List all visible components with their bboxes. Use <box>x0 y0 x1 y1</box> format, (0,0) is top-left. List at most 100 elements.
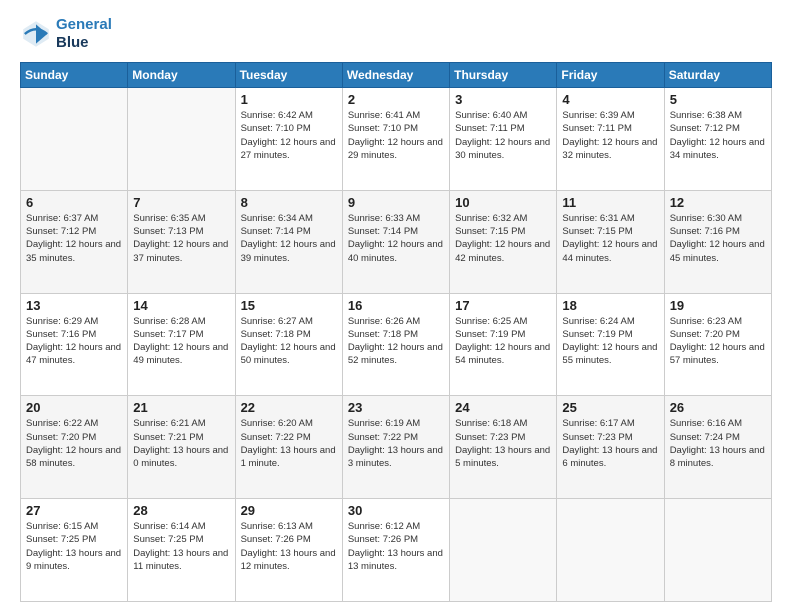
calendar-cell: 30Sunrise: 6:12 AM Sunset: 7:26 PM Dayli… <box>342 499 449 602</box>
day-info: Sunrise: 6:37 AM Sunset: 7:12 PM Dayligh… <box>26 212 122 265</box>
day-number: 18 <box>562 298 658 313</box>
day-info: Sunrise: 6:21 AM Sunset: 7:21 PM Dayligh… <box>133 417 229 470</box>
day-number: 4 <box>562 92 658 107</box>
calendar-week-3: 20Sunrise: 6:22 AM Sunset: 7:20 PM Dayli… <box>21 396 772 499</box>
calendar-cell: 27 Sunrise: 6:15 AM Sunset: 7:25 PM Dayli… <box>21 499 128 602</box>
day-info: Sunrise: 6:42 AM Sunset: 7:10 PM Dayligh… <box>241 109 337 162</box>
day-number: 3 <box>455 92 551 107</box>
calendar-header-friday: Friday <box>557 63 664 88</box>
day-info: Sunrise: 6:33 AM Sunset: 7:14 PM Dayligh… <box>348 212 444 265</box>
day-number: 14 <box>133 298 229 313</box>
day-info: Sunrise: 6:26 AM Sunset: 7:18 PM Dayligh… <box>348 315 444 368</box>
calendar-cell: 20Sunrise: 6:22 AM Sunset: 7:20 PM Dayli… <box>21 396 128 499</box>
calendar-cell: 28Sunrise: 6:14 AM Sunset: 7:25 PM Dayli… <box>128 499 235 602</box>
calendar-cell: 6 Sunrise: 6:37 AM Sunset: 7:12 PM Daylig… <box>21 190 128 293</box>
day-number: 24 <box>455 400 551 415</box>
day-info: Sunrise: 6:41 AM Sunset: 7:10 PM Dayligh… <box>348 109 444 162</box>
day-info: Sunrise: 6:23 AM Sunset: 7:20 PM Dayligh… <box>670 315 766 368</box>
day-number: 9 <box>348 195 444 210</box>
calendar-header-sunday: Sunday <box>21 63 128 88</box>
calendar-header-monday: Monday <box>128 63 235 88</box>
day-info: Sunrise: 6:25 AM Sunset: 7:19 PM Dayligh… <box>455 315 551 368</box>
day-number: 26 <box>670 400 766 415</box>
logo-text: GeneralBlue <box>56 16 112 52</box>
calendar-header-saturday: Saturday <box>664 63 771 88</box>
day-number: 11 <box>562 195 658 210</box>
day-info: Sunrise: 6:15 AM Sunset: 7:25 PM Dayligh… <box>26 520 122 573</box>
calendar-header-wednesday: Wednesday <box>342 63 449 88</box>
day-number: 15 <box>241 298 337 313</box>
day-info: Sunrise: 6:31 AM Sunset: 7:15 PM Dayligh… <box>562 212 658 265</box>
day-info: Sunrise: 6:24 AM Sunset: 7:19 PM Dayligh… <box>562 315 658 368</box>
calendar-cell: 12 Sunrise: 6:30 AM Sunset: 7:16 PM Dayli… <box>664 190 771 293</box>
calendar-week-1: 6 Sunrise: 6:37 AM Sunset: 7:12 PM Daylig… <box>21 190 772 293</box>
logo: GeneralBlue <box>20 16 112 52</box>
calendar-table: SundayMondayTuesdayWednesdayThursdayFrid… <box>20 62 772 602</box>
day-number: 1 <box>241 92 337 107</box>
calendar-cell <box>557 499 664 602</box>
day-info: Sunrise: 6:30 AM Sunset: 7:16 PM Dayligh… <box>670 212 766 265</box>
calendar-week-0: 1 Sunrise: 6:42 AM Sunset: 7:10 PM Daylig… <box>21 88 772 191</box>
day-number: 5 <box>670 92 766 107</box>
calendar-cell: 18 Sunrise: 6:24 AM Sunset: 7:19 PM Dayli… <box>557 293 664 396</box>
calendar-cell: 16 Sunrise: 6:26 AM Sunset: 7:18 PM Dayli… <box>342 293 449 396</box>
calendar-cell: 17 Sunrise: 6:25 AM Sunset: 7:19 PM Dayli… <box>450 293 557 396</box>
calendar-cell: 7 Sunrise: 6:35 AM Sunset: 7:13 PM Daylig… <box>128 190 235 293</box>
day-number: 17 <box>455 298 551 313</box>
day-number: 8 <box>241 195 337 210</box>
day-number: 28 <box>133 503 229 518</box>
calendar-cell: 21 Sunrise: 6:21 AM Sunset: 7:21 PM Dayli… <box>128 396 235 499</box>
calendar-cell: 23 Sunrise: 6:19 AM Sunset: 7:22 PM Dayli… <box>342 396 449 499</box>
day-number: 2 <box>348 92 444 107</box>
calendar-cell <box>450 499 557 602</box>
day-number: 13 <box>26 298 122 313</box>
calendar-cell: 4 Sunrise: 6:39 AM Sunset: 7:11 PM Daylig… <box>557 88 664 191</box>
day-number: 12 <box>670 195 766 210</box>
day-number: 21 <box>133 400 229 415</box>
logo-icon <box>20 18 52 50</box>
calendar-cell: 9 Sunrise: 6:33 AM Sunset: 7:14 PM Daylig… <box>342 190 449 293</box>
calendar-cell: 3Sunrise: 6:40 AM Sunset: 7:11 PM Daylig… <box>450 88 557 191</box>
day-info: Sunrise: 6:19 AM Sunset: 7:22 PM Dayligh… <box>348 417 444 470</box>
day-number: 19 <box>670 298 766 313</box>
day-info: Sunrise: 6:39 AM Sunset: 7:11 PM Dayligh… <box>562 109 658 162</box>
day-info: Sunrise: 6:16 AM Sunset: 7:24 PM Dayligh… <box>670 417 766 470</box>
day-info: Sunrise: 6:27 AM Sunset: 7:18 PM Dayligh… <box>241 315 337 368</box>
day-number: 6 <box>26 195 122 210</box>
calendar-header-row: SundayMondayTuesdayWednesdayThursdayFrid… <box>21 63 772 88</box>
calendar-cell: 15 Sunrise: 6:27 AM Sunset: 7:18 PM Dayli… <box>235 293 342 396</box>
calendar-cell: 22Sunrise: 6:20 AM Sunset: 7:22 PM Dayli… <box>235 396 342 499</box>
day-number: 27 <box>26 503 122 518</box>
calendar-cell: 24 Sunrise: 6:18 AM Sunset: 7:23 PM Dayli… <box>450 396 557 499</box>
calendar-cell: 11 Sunrise: 6:31 AM Sunset: 7:15 PM Dayli… <box>557 190 664 293</box>
day-number: 16 <box>348 298 444 313</box>
day-info: Sunrise: 6:32 AM Sunset: 7:15 PM Dayligh… <box>455 212 551 265</box>
day-info: Sunrise: 6:22 AM Sunset: 7:20 PM Dayligh… <box>26 417 122 470</box>
day-info: Sunrise: 6:35 AM Sunset: 7:13 PM Dayligh… <box>133 212 229 265</box>
calendar-cell: 29 Sunrise: 6:13 AM Sunset: 7:26 PM Dayli… <box>235 499 342 602</box>
calendar-header-thursday: Thursday <box>450 63 557 88</box>
header: GeneralBlue <box>20 16 772 52</box>
day-info: Sunrise: 6:28 AM Sunset: 7:17 PM Dayligh… <box>133 315 229 368</box>
day-info: Sunrise: 6:29 AM Sunset: 7:16 PM Dayligh… <box>26 315 122 368</box>
calendar-cell <box>664 499 771 602</box>
day-number: 23 <box>348 400 444 415</box>
day-info: Sunrise: 6:17 AM Sunset: 7:23 PM Dayligh… <box>562 417 658 470</box>
day-info: Sunrise: 6:18 AM Sunset: 7:23 PM Dayligh… <box>455 417 551 470</box>
calendar-cell <box>21 88 128 191</box>
day-info: Sunrise: 6:20 AM Sunset: 7:22 PM Dayligh… <box>241 417 337 470</box>
calendar-cell: 19 Sunrise: 6:23 AM Sunset: 7:20 PM Dayli… <box>664 293 771 396</box>
calendar-week-2: 13 Sunrise: 6:29 AM Sunset: 7:16 PM Dayli… <box>21 293 772 396</box>
day-number: 7 <box>133 195 229 210</box>
calendar-cell: 5Sunrise: 6:38 AM Sunset: 7:12 PM Daylig… <box>664 88 771 191</box>
calendar-cell: 14 Sunrise: 6:28 AM Sunset: 7:17 PM Dayli… <box>128 293 235 396</box>
calendar-cell: 10Sunrise: 6:32 AM Sunset: 7:15 PM Dayli… <box>450 190 557 293</box>
day-info: Sunrise: 6:12 AM Sunset: 7:26 PM Dayligh… <box>348 520 444 573</box>
calendar-week-4: 27 Sunrise: 6:15 AM Sunset: 7:25 PM Dayli… <box>21 499 772 602</box>
day-info: Sunrise: 6:34 AM Sunset: 7:14 PM Dayligh… <box>241 212 337 265</box>
day-number: 29 <box>241 503 337 518</box>
calendar-cell: 26 Sunrise: 6:16 AM Sunset: 7:24 PM Dayli… <box>664 396 771 499</box>
day-info: Sunrise: 6:13 AM Sunset: 7:26 PM Dayligh… <box>241 520 337 573</box>
calendar-cell: 13 Sunrise: 6:29 AM Sunset: 7:16 PM Dayli… <box>21 293 128 396</box>
page: GeneralBlue SundayMondayTuesdayWednesday… <box>0 0 792 612</box>
